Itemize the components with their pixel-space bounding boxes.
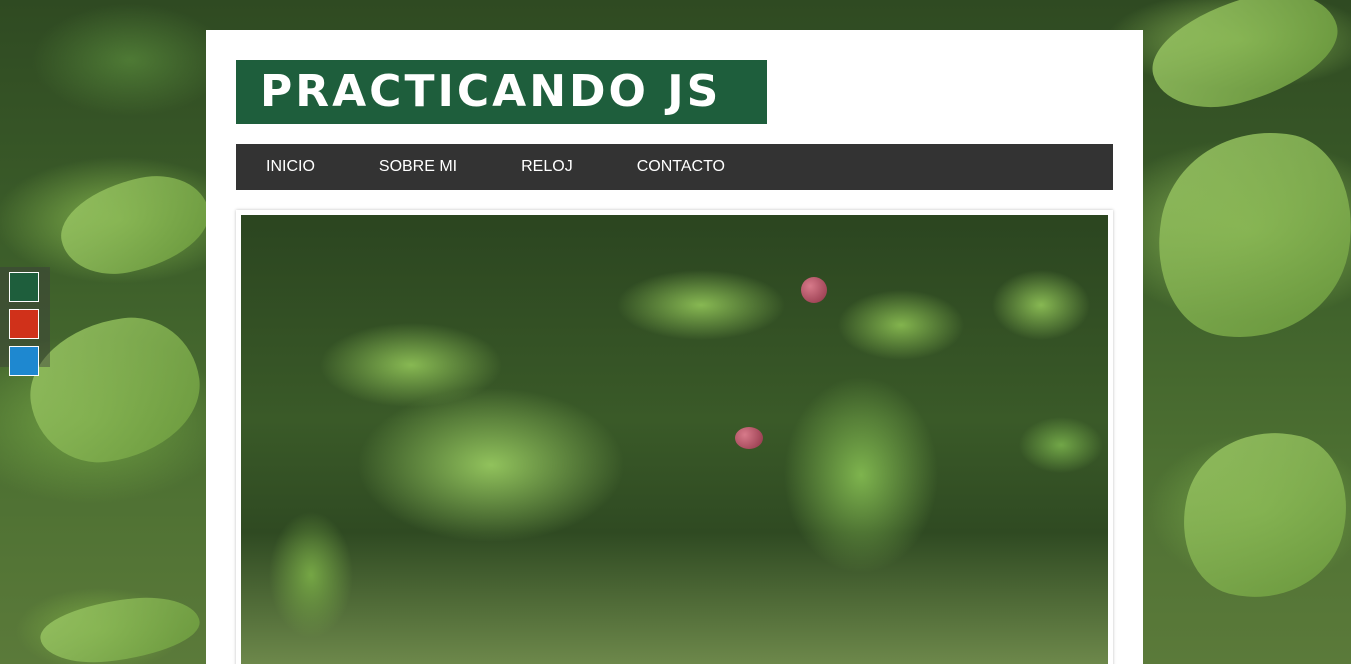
theme-swatch-green[interactable] <box>9 272 39 302</box>
theme-swatch-blue[interactable] <box>9 346 39 376</box>
background-leaf <box>1140 0 1350 123</box>
nav-item-sobre-mi[interactable]: SOBRE MI <box>379 158 457 176</box>
banner <box>236 210 1113 664</box>
theme-switcher <box>0 267 50 376</box>
nav-item-contacto[interactable]: CONTACTO <box>637 158 725 176</box>
background-leaf <box>1143 115 1351 355</box>
banner-image <box>241 215 1108 664</box>
main-container: PRACTICANDO JS INICIO SOBRE MI RELOJ CON… <box>206 30 1143 664</box>
berry <box>801 277 827 303</box>
background-leaf <box>37 591 203 664</box>
site-logo-text: PRACTICANDO JS <box>260 66 722 117</box>
berry <box>735 427 763 449</box>
background-leaf <box>52 165 218 285</box>
site-logo[interactable]: PRACTICANDO JS <box>236 60 767 124</box>
nav-item-reloj[interactable]: RELOJ <box>521 158 573 176</box>
background-leaf <box>1166 413 1351 617</box>
theme-swatch-red[interactable] <box>9 309 39 339</box>
nav-item-inicio[interactable]: INICIO <box>266 158 315 176</box>
main-nav: INICIO SOBRE MI RELOJ CONTACTO <box>236 144 1113 190</box>
